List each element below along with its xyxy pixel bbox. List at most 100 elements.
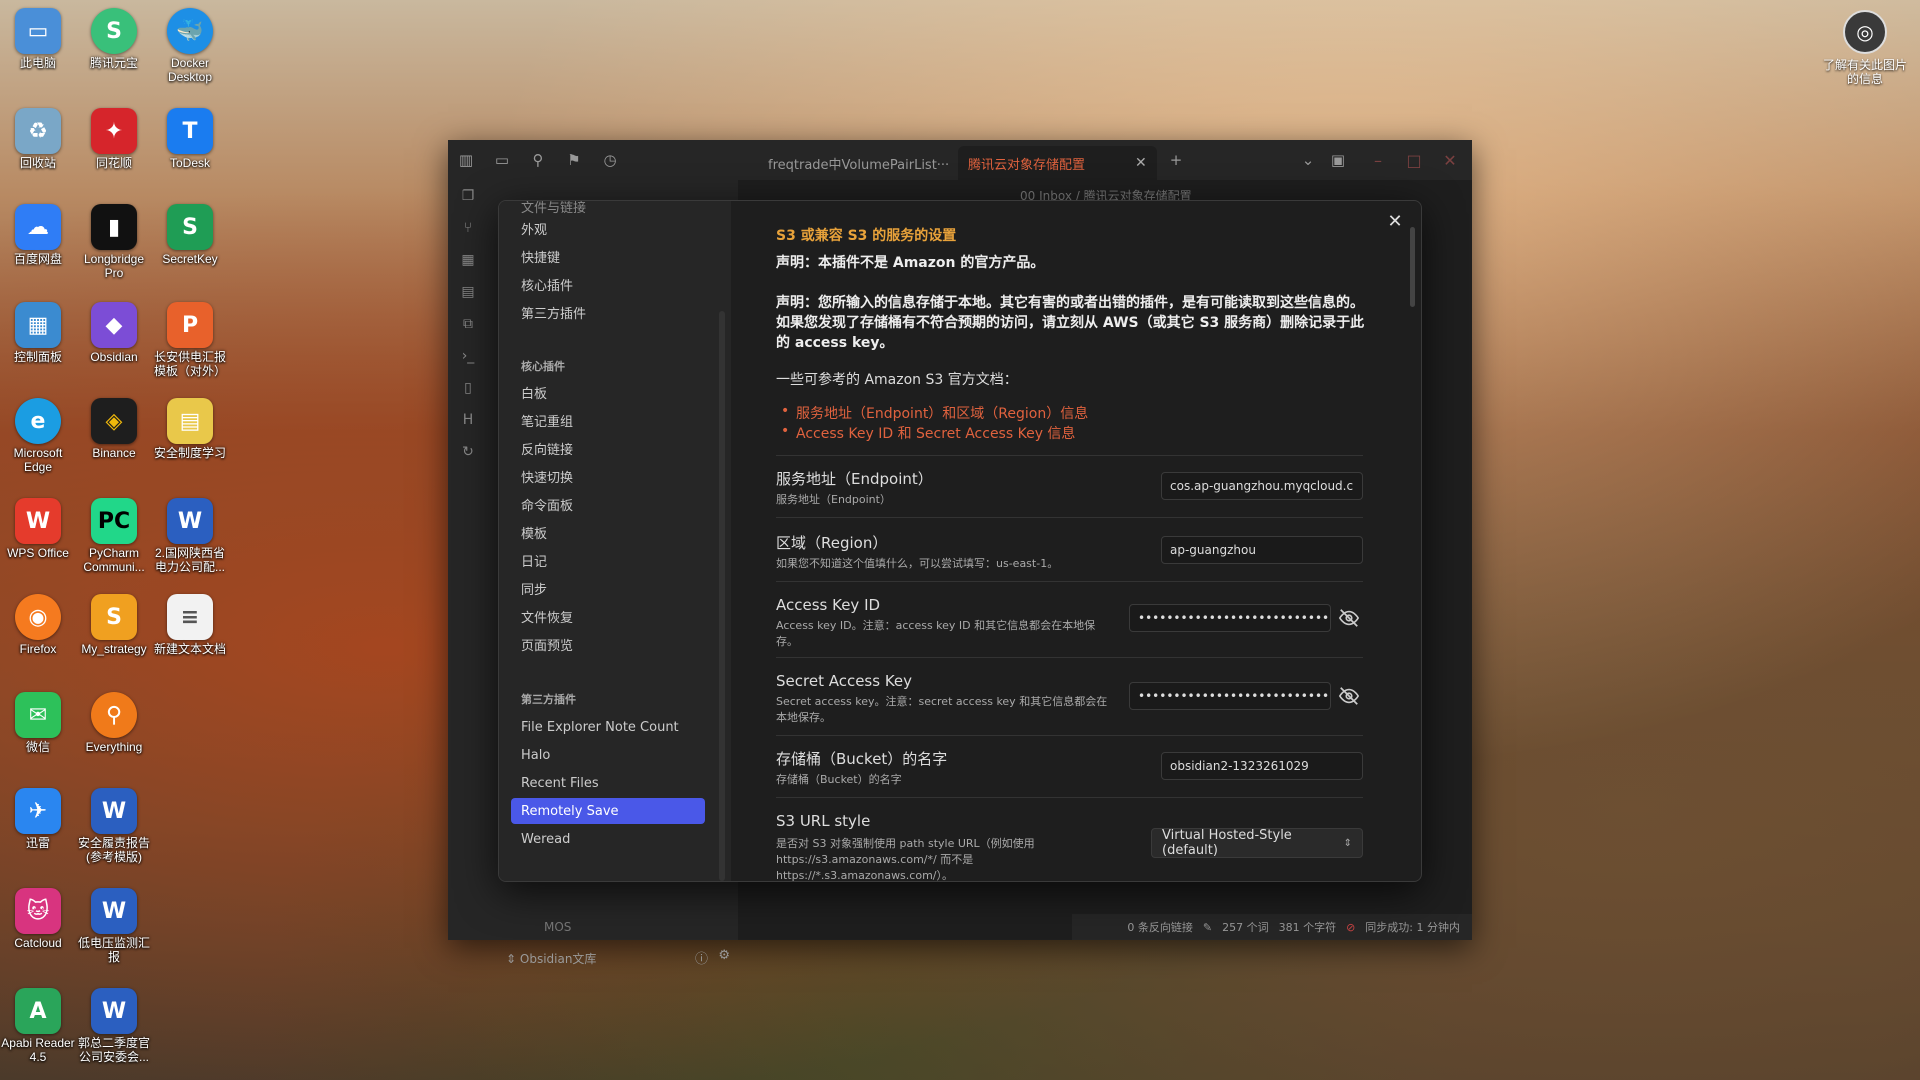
desktop-icon-image-info[interactable]: ◎ 了解有关此图片的信息 (1820, 10, 1910, 86)
region-input[interactable] (1161, 536, 1363, 564)
desktop-icon-longbridge[interactable]: ▮ Longbridge Pro (76, 200, 152, 280)
access-key-input[interactable] (1129, 604, 1331, 632)
desktop-icon-recycle-bin[interactable]: ♻ 回收站 (0, 104, 76, 170)
close-window-button[interactable]: ✕ (1428, 140, 1472, 180)
heading-icon[interactable]: H (448, 404, 488, 436)
terminal-icon[interactable]: ›_ (448, 340, 488, 372)
sidebar-item-halo[interactable]: Halo (511, 742, 705, 768)
desktop-icon-firefox[interactable]: ◉ Firefox (0, 590, 76, 656)
doc-link-access-keys[interactable]: Access Key ID 和 Secret Access Key 信息 (781, 423, 1075, 443)
desktop-icon-docker[interactable]: 🐳 Docker Desktop (152, 4, 228, 84)
content-scrollbar[interactable] (1410, 227, 1415, 307)
setting-description: 如果您不知道这个值填什么，可以尝试填写：us-east-1。 (776, 557, 1059, 570)
sync-status[interactable]: 同步成功: 1 分钟内 (1365, 919, 1460, 935)
desktop-icon-changan[interactable]: P 长安供电汇报模板（对外） (152, 298, 228, 378)
sidebar-item-canvas[interactable]: 白板 (511, 379, 705, 405)
setting-description: 存储桶（Bucket）的名字 (776, 773, 902, 786)
sidebar-item-backlinks[interactable]: 反向链接 (511, 435, 705, 461)
desktop-icon-todesk[interactable]: T ToDesk (152, 104, 228, 170)
sidebar-item-templates[interactable]: 模板 (511, 519, 705, 545)
sidebar-item-appearance[interactable]: 外观 (511, 215, 705, 241)
sidebar-item-daily-notes[interactable]: 日记 (511, 547, 705, 573)
desktop-icon-report[interactable]: W 安全履责报告(参考模版) (76, 784, 152, 864)
files-icon[interactable]: ❐ (448, 180, 488, 212)
book-icon[interactable]: ▯ (448, 372, 488, 404)
desktop-icon-safety[interactable]: ▤ 安全制度学习 (152, 394, 228, 460)
bookmark-icon[interactable]: ⚑ (556, 140, 592, 180)
desktop-icon-binance[interactable]: ◈ Binance (76, 394, 152, 460)
url-style-select[interactable]: Virtual Hosted-Style (default) ⇕ (1151, 828, 1363, 858)
desktop-icon-catcloud[interactable]: 🐱 Catcloud (0, 884, 76, 950)
sync-status-icon[interactable]: ⊘ (1346, 921, 1355, 934)
desktop-icon-newtext[interactable]: ≡ 新建文本文档 (152, 590, 228, 656)
tab-freqtrade[interactable]: freqtrade中VolumePairList··· (758, 146, 959, 180)
desktop-icon-edge[interactable]: e Microsoft Edge (0, 394, 76, 474)
sidebar-item-page-preview[interactable]: 页面预览 (511, 631, 705, 657)
desktop-icon-xunlei[interactable]: ✈ 迅雷 (0, 784, 76, 850)
sidebar-item-community-plugins[interactable]: 第三方插件 (511, 299, 705, 325)
help-icon[interactable]: ⓘ (695, 948, 708, 967)
sidebar-scrollbar[interactable] (719, 311, 725, 881)
sidebar-item-weread[interactable]: Weread (511, 826, 705, 852)
sidebar-item-recent-files[interactable]: Recent Files (511, 770, 705, 796)
desktop-icon-guozong[interactable]: W 郭总二季度官公司安委会... (76, 984, 152, 1064)
doc-link-endpoint-region[interactable]: 服务地址（Endpoint）和区域（Region）信息 (781, 403, 1088, 423)
sidebar-item-command-palette[interactable]: 命令面板 (511, 491, 705, 517)
eye-off-icon[interactable] (1335, 604, 1363, 632)
new-tab-icon[interactable]: + (1158, 140, 1194, 180)
folder-icon[interactable]: ▭ (484, 140, 520, 180)
desktop-icon-obsidian[interactable]: ◆ Obsidian (76, 298, 152, 364)
search-icon[interactable]: ⚲ (520, 140, 556, 180)
obsidian-icon: ◆ (91, 302, 137, 348)
sidebar-item-quick-switcher[interactable]: 快速切换 (511, 463, 705, 489)
sidebar-item-file-explorer-note-count[interactable]: File Explorer Note Count (511, 714, 705, 740)
endpoint-input[interactable] (1161, 472, 1363, 500)
setting-name: S3 URL style (776, 812, 871, 830)
vault-switcher[interactable]: ⇕ Obsidian文库 (506, 950, 596, 967)
setting-description: Secret access key。注意：secret access key 和… (776, 695, 1108, 724)
desktop-icon-this-pc[interactable]: ▭ 此电脑 (0, 4, 76, 70)
layout-icon[interactable]: ▣ (1320, 140, 1356, 180)
desktop-icon-secretkey[interactable]: S SecretKey (152, 200, 228, 266)
sidebar-item-sync[interactable]: 同步 (511, 575, 705, 601)
desktop-icon-everything[interactable]: ⚲ Everything (76, 688, 152, 754)
desktop-icon-tonghuashun[interactable]: ✦ 同花顺 (76, 104, 152, 170)
desktop-icon-wps[interactable]: W WPS Office (0, 494, 76, 560)
text-file-icon: ≡ (167, 594, 213, 640)
tab-tencent-cos[interactable]: 腾讯云对象存储配置 ✕ (958, 146, 1157, 180)
sidebar-item-core-plugins[interactable]: 核心插件 (511, 271, 705, 297)
pencil-icon[interactable]: ✎ (1203, 921, 1212, 934)
copy-icon[interactable]: ⧉ (448, 308, 488, 340)
close-icon[interactable]: ✕ (1135, 155, 1147, 171)
disclaimer-official: 声明：本插件不是 Amazon 的官方产品。 (776, 255, 1045, 271)
wechat-icon: ✉ (15, 692, 61, 738)
eye-off-icon[interactable] (1335, 682, 1363, 710)
secret-key-input[interactable] (1129, 682, 1331, 710)
desktop-icon-voltage[interactable]: W 低电压监测汇报 (76, 884, 152, 964)
desktop-icon-wechat[interactable]: ✉ 微信 (0, 688, 76, 754)
sync-icon[interactable]: ↻ (448, 436, 488, 468)
clock-icon[interactable]: ◷ (592, 140, 628, 180)
sidebar-item-note-composer[interactable]: 笔记重组 (511, 407, 705, 433)
desktop-icon-apabi[interactable]: A Apabi Reader 4.5 (0, 984, 76, 1064)
sidebar-item-hotkeys[interactable]: 快捷键 (511, 243, 705, 269)
setting-name: 区域（Region） (776, 534, 888, 552)
cat-icon: 🐱 (15, 888, 61, 934)
sidebar-toggle-icon[interactable]: ▥ (448, 140, 484, 180)
desktop-icon-grid[interactable]: W 2.国网陕西省电力公司配... (152, 494, 228, 574)
backlink-count[interactable]: 0 条反向链接 (1127, 919, 1193, 935)
canvas-icon[interactable]: ▦ (448, 244, 488, 276)
desktop-icon-baidu[interactable]: ☁ 百度网盘 (0, 200, 76, 266)
sidebar-item-file-recovery[interactable]: 文件恢复 (511, 603, 705, 629)
sidebar-item-remotely-save[interactable]: Remotely Save (511, 798, 705, 824)
desktop-icon-control-panel[interactable]: ▦ 控制面板 (0, 298, 76, 364)
desktop-icon-yuanbao[interactable]: S 腾讯元宝 (76, 4, 152, 70)
gear-icon[interactable]: ⚙ (718, 948, 730, 963)
search-icon: ⚲ (91, 692, 137, 738)
folder-item-mos[interactable]: MOS (544, 920, 571, 934)
desktop-icon-pycharm[interactable]: PC PyCharm Communi... (76, 494, 152, 574)
graph-icon[interactable]: ⑂ (448, 212, 488, 244)
bucket-input[interactable] (1161, 752, 1363, 780)
calendar-icon[interactable]: ▤ (448, 276, 488, 308)
desktop-icon-my-strategy[interactable]: S My_strategy (76, 590, 152, 656)
